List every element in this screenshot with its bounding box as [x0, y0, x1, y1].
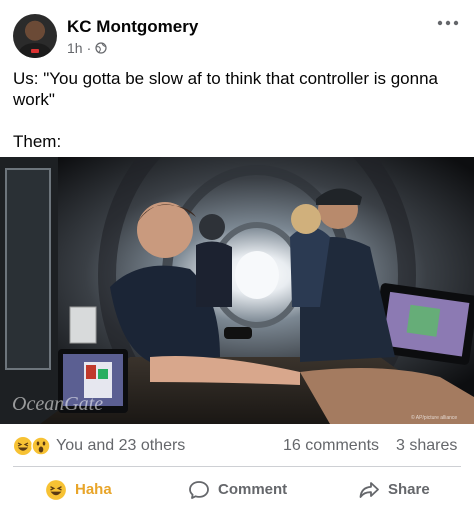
haha-emoji-icon [14, 437, 32, 455]
post-header: KC Montgomery 1h · [0, 0, 474, 62]
haha-label: Haha [75, 481, 112, 498]
comment-label: Comment [218, 481, 288, 498]
author-name[interactable]: KC Montgomery [67, 17, 198, 37]
post-stats: You and 23 others 16 comments 3 shares [0, 428, 474, 464]
post-caption: Us: "You gotta be slow af to think that … [13, 69, 438, 151]
reactions-label[interactable]: You and 23 others [56, 437, 185, 455]
comment-icon [189, 480, 209, 499]
image-watermark: OceanGate [12, 393, 104, 415]
reactions-icons[interactable] [13, 436, 53, 456]
post-image[interactable]: OceanGate © AP/picture alliance [0, 157, 474, 424]
avatar-logo [31, 49, 39, 53]
wow-emoji-icon [31, 436, 51, 456]
share-label: Share [388, 481, 430, 498]
shares-count[interactable]: 3 shares [396, 437, 457, 455]
avatar[interactable] [13, 14, 57, 58]
post-meta: 1h · [67, 40, 107, 56]
globe-icon [95, 42, 107, 54]
haha-emoji-icon [46, 479, 66, 500]
post-time[interactable]: 1h [67, 40, 83, 56]
submarine-interior-illustration [0, 157, 474, 424]
meta-separator: · [86, 40, 92, 56]
post-actions: Haha Comment Share [0, 470, 474, 509]
image-credit: © AP/picture alliance [411, 415, 458, 421]
facebook-post: KC Montgomery 1h · Us: "You gotta be slo… [0, 0, 474, 509]
divider [13, 466, 461, 467]
share-button[interactable]: Share [358, 470, 430, 509]
comment-button[interactable]: Comment [188, 470, 287, 509]
haha-button[interactable]: Haha [45, 470, 112, 509]
comments-count[interactable]: 16 comments [283, 437, 379, 455]
more-icon[interactable] [434, 14, 462, 32]
share-icon [359, 481, 379, 498]
